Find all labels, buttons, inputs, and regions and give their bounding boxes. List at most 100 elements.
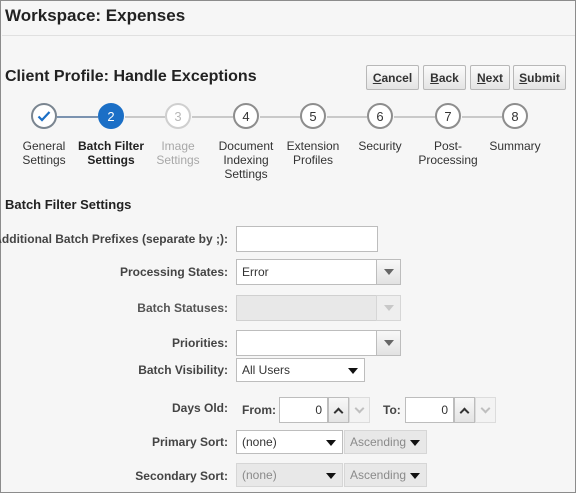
train-label-line: Settings [22,153,66,167]
back-accesskey: B [430,70,439,85]
days-old-from-input[interactable]: 0 [279,397,328,423]
secondary-order-value: Ascending [350,468,407,482]
batch-visibility-select[interactable]: All Users [236,358,365,382]
next-label: ext [485,70,503,85]
priorities-field[interactable] [236,330,377,356]
primary-sort-value: (none) [242,435,277,449]
chevron-down-icon [326,473,336,479]
chevron-down-icon [383,340,394,346]
secondary-sort-value: (none) [242,468,277,482]
train-stop-general-settings[interactable] [31,103,57,129]
chevron-up-icon [459,407,470,417]
batch-statuses-dropdown-button [376,295,401,321]
train-label-line: Image [161,139,195,153]
train-label-line: Document [218,139,274,153]
next-button[interactable]: Next [470,65,510,90]
train-label-line: Security [358,139,402,153]
train-label-line: Batch Filter [77,139,144,153]
chevron-down-icon [410,473,420,479]
chevron-down-icon [383,305,394,311]
train-label-document-indexing-settings[interactable]: Document Indexing Settings [208,139,284,181]
train-label-line: Summary [489,139,541,153]
batch-visibility-label: Batch Visibility: [138,363,228,377]
chevron-down-icon [410,440,420,446]
back-button[interactable]: Back [423,65,466,90]
cancel-button[interactable]: Cancel [366,65,419,90]
checkmark-icon [37,111,51,122]
train-label-batch-filter-settings[interactable]: Batch Filter Settings [73,139,149,167]
chevron-down-icon [354,403,365,413]
to-increment-button[interactable] [454,397,475,423]
train-label-line: Processing [418,153,478,167]
section-heading: Batch Filter Settings [5,197,132,212]
train-label-summary[interactable]: Summary [477,139,553,153]
train-label-line: Extension [286,139,340,153]
from-label: From: [242,403,276,417]
batch-prefixes-label: Additional Batch Prefixes (separate by ;… [0,232,228,246]
batch-statuses-label: Batch Statuses: [137,301,228,315]
train-label-security[interactable]: Security [342,139,418,153]
train-connector-1 [57,116,98,118]
train-label-image-settings: Image Settings [140,139,216,167]
days-old-to-input[interactable]: 0 [405,397,454,423]
cancel-accesskey: C [372,70,382,85]
chevron-down-icon [348,368,358,374]
processing-states-dropdown-button[interactable] [376,259,401,285]
primary-sort-label: Primary Sort: [151,435,228,449]
train-label-line: Settings [87,153,135,167]
train-label-extension-profiles[interactable]: Extension Profiles [275,139,351,167]
chevron-up-icon [333,407,344,417]
submit-button[interactable]: Submit [513,65,566,90]
from-increment-button[interactable] [328,397,349,423]
secondary-sort-select: (none) [236,463,343,487]
train-label-line: General [22,139,66,153]
train-stop-summary[interactable]: 8 [502,103,528,129]
page-frame: Workspace: Expenses Client Profile: Hand… [0,0,576,493]
train-connector-2 [125,116,165,118]
chevron-down-icon [326,440,336,446]
next-accesskey: N [476,70,486,85]
batch-statuses-field [236,295,377,321]
batch-prefixes-input[interactable] [236,226,378,252]
train-stop-batch-filter-settings[interactable]: 2 [98,103,124,129]
to-label: To: [383,403,401,417]
train-stop-number: 4 [242,108,250,124]
train-label-post-processing[interactable]: Post- Processing [410,139,486,167]
train-stop-number: 2 [107,108,115,124]
days-old-label: Days Old: [171,401,228,415]
primary-sort-select[interactable]: (none) [236,430,343,454]
train-connector-7 [462,116,502,118]
chevron-down-icon [480,403,491,413]
submit-label: ubmit [527,70,560,85]
page-title: Client Profile: Handle Exceptions [5,68,257,85]
train-label-line: Profiles [292,153,333,167]
train-stop-number: 6 [376,108,384,124]
train-stop-number: 8 [511,108,519,124]
submit-accesskey: S [519,70,528,85]
train-stop-post-processing[interactable]: 7 [435,103,461,129]
from-decrement-button [349,397,370,423]
train-connector-3 [192,116,233,118]
chevron-down-icon [383,269,394,275]
primary-order-select: Ascending [344,430,427,454]
train-label-general-settings[interactable]: General Settings [6,139,82,167]
workspace-title: Workspace: Expenses [5,6,186,25]
title-divider [2,35,575,36]
priorities-dropdown-button[interactable] [376,330,401,356]
train-stop-extension-profiles[interactable]: 5 [300,103,326,129]
train-label-line: Settings [224,167,268,181]
train-stop-security[interactable]: 6 [367,103,393,129]
train-stop-number: 5 [309,108,317,124]
primary-order-value: Ascending [350,435,407,449]
back-label: ack [438,70,459,85]
secondary-sort-label: Secondary Sort: [135,469,228,483]
train-label-line: Indexing [223,153,269,167]
processing-states-label: Processing States: [119,265,228,279]
processing-states-field[interactable]: Error [236,259,377,285]
cancel-label: ancel [381,70,413,85]
secondary-order-select: Ascending [344,463,427,487]
train-label-line: Post- [433,139,462,153]
train-stop-document-indexing-settings[interactable]: 4 [233,103,259,129]
train-label-line: Settings [156,153,200,167]
train-connector-4 [260,116,301,118]
